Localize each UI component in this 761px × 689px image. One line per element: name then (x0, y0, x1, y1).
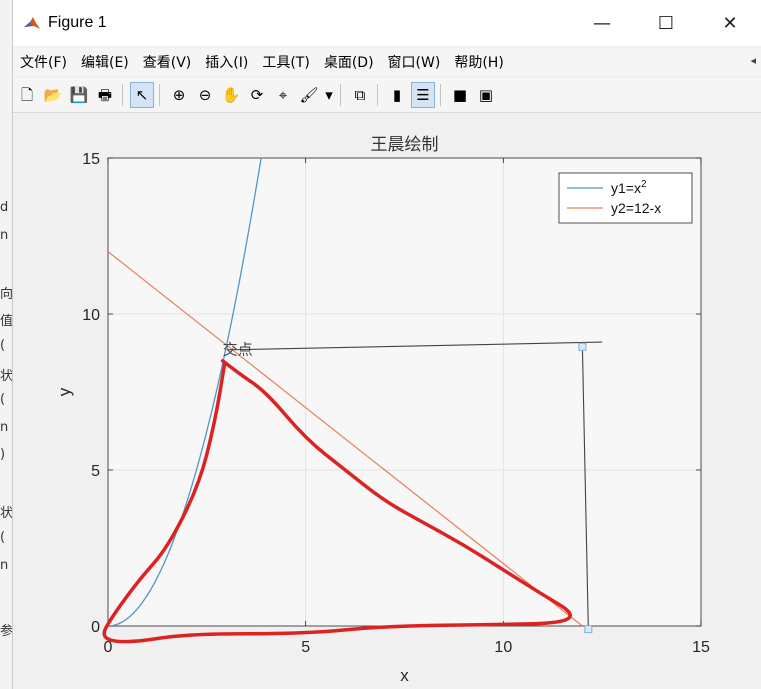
selection-handle (578, 342, 587, 351)
rotate-3d-icon[interactable]: ⟳ (245, 82, 269, 108)
brush-icon[interactable]: 🖌 (297, 82, 321, 108)
close-button[interactable]: ✕ (698, 0, 761, 46)
toolbar-separator (159, 84, 160, 106)
menu-tools[interactable]: 工具(T) (255, 52, 316, 72)
menu-desktop[interactable]: 桌面(D) (317, 52, 381, 72)
pointer-icon[interactable]: ↖ (130, 82, 154, 108)
maximize-button[interactable]: ☐ (634, 0, 698, 46)
x-tick-label: 15 (692, 639, 710, 656)
window-title: Figure 1 (48, 14, 107, 31)
colorbar-icon[interactable]: ▮ (385, 82, 409, 108)
toolbar-separator (340, 84, 341, 106)
menu-help[interactable]: 帮助(H) (447, 52, 510, 72)
figure-canvas: 0 5 10 15 0 5 10 15 王晨绘制 x y 交点 y1=x2 y2=12-x (13, 113, 761, 689)
background-glyph: n (0, 228, 9, 243)
y-axis-label: y (55, 387, 74, 396)
brush-dropdown-icon[interactable]: ▾ (323, 82, 335, 108)
menu-edit[interactable]: 编辑(E) (74, 52, 136, 72)
x-tick-label: 5 (301, 639, 310, 656)
zoom-out-icon[interactable]: ⊖ (193, 82, 217, 108)
background-glyph: 状 (0, 369, 12, 384)
menu-view[interactable]: 查看(V) (136, 52, 199, 72)
background-glyph: d (0, 200, 9, 215)
background-glyph: 值 (0, 314, 12, 329)
background-glyph: ( (0, 530, 6, 545)
legend-entry-text: y2=12-x (611, 200, 661, 216)
y-tick-label: 15 (82, 151, 100, 168)
matlab-logo-icon (22, 13, 42, 33)
toolbar-separator (440, 84, 441, 106)
x-axis-label: x (400, 666, 409, 685)
background-glyph: ) (0, 447, 6, 462)
legend-entry: y2=12-x (611, 200, 661, 216)
selection-handle (584, 625, 593, 634)
menu-bar: 文件(F) 编辑(E) 查看(V) 插入(I) 工具(T) 桌面(D) 窗口(W… (13, 48, 761, 76)
menu-window[interactable]: 窗口(W) (381, 52, 448, 72)
y-tick-label: 10 (82, 307, 100, 324)
background-glyph: ( (0, 338, 6, 353)
data-cursor-icon[interactable]: ⌖ (271, 82, 295, 108)
show-plot-tools-icon[interactable]: ▣ (474, 82, 498, 108)
x-tick-label: 10 (494, 639, 512, 656)
background-glyph: 向 (0, 287, 12, 302)
pan-hand-icon[interactable]: ✋ (219, 82, 243, 108)
link-plot-icon[interactable]: ⧉ (348, 82, 372, 108)
zoom-in-icon[interactable]: ⊕ (167, 82, 191, 108)
menu-insert[interactable]: 插入(I) (198, 52, 255, 72)
background-glyph: n (0, 420, 9, 435)
background-glyph: 参 (0, 624, 12, 639)
legend-entry-superscript: 2 (641, 179, 647, 190)
figure-window: Figure 1 — ☐ ✕ 文件(F) 编辑(E) 查看(V) 插入(I) 工… (12, 0, 761, 689)
figure-toolbar: 🗋 📂 💾 🖶 ↖ ⊕ ⊖ ✋ ⟳ ⌖ 🖌 ▾ ⧉ ▮ ☰ ■ ▣ (13, 78, 761, 113)
toolbar-separator (122, 84, 123, 106)
legend-icon[interactable]: ☰ (411, 82, 435, 108)
title-bar: Figure 1 — ☐ ✕ (13, 0, 761, 46)
y-tick-label: 0 (91, 619, 100, 636)
annotation-label: 交点 (223, 340, 253, 358)
save-icon[interactable]: 💾 (67, 82, 91, 108)
y-tick-label: 5 (91, 463, 100, 480)
background-glyph: ( (0, 392, 6, 407)
chart-title: 王晨绘制 (371, 135, 439, 155)
new-figure-icon[interactable]: 🗋 (15, 82, 39, 108)
menu-file[interactable]: 文件(F) (13, 52, 74, 72)
minimize-button[interactable]: — (570, 0, 634, 46)
legend-entry-text: y1=x (611, 180, 641, 196)
toolbar-separator (377, 84, 378, 106)
open-file-icon[interactable]: 📂 (41, 82, 65, 108)
hide-plot-tools-icon[interactable]: ■ (448, 82, 472, 108)
menu-overflow-icon[interactable]: ◂ (750, 54, 756, 67)
background-glyph: 状 (0, 506, 12, 521)
background-glyph: n (0, 558, 9, 573)
chart-svg: 0 5 10 15051015王晨绘制xy交点y1=x2y2=12-x (55, 135, 710, 685)
plot-area (108, 158, 701, 626)
print-icon[interactable]: 🖶 (93, 82, 117, 108)
